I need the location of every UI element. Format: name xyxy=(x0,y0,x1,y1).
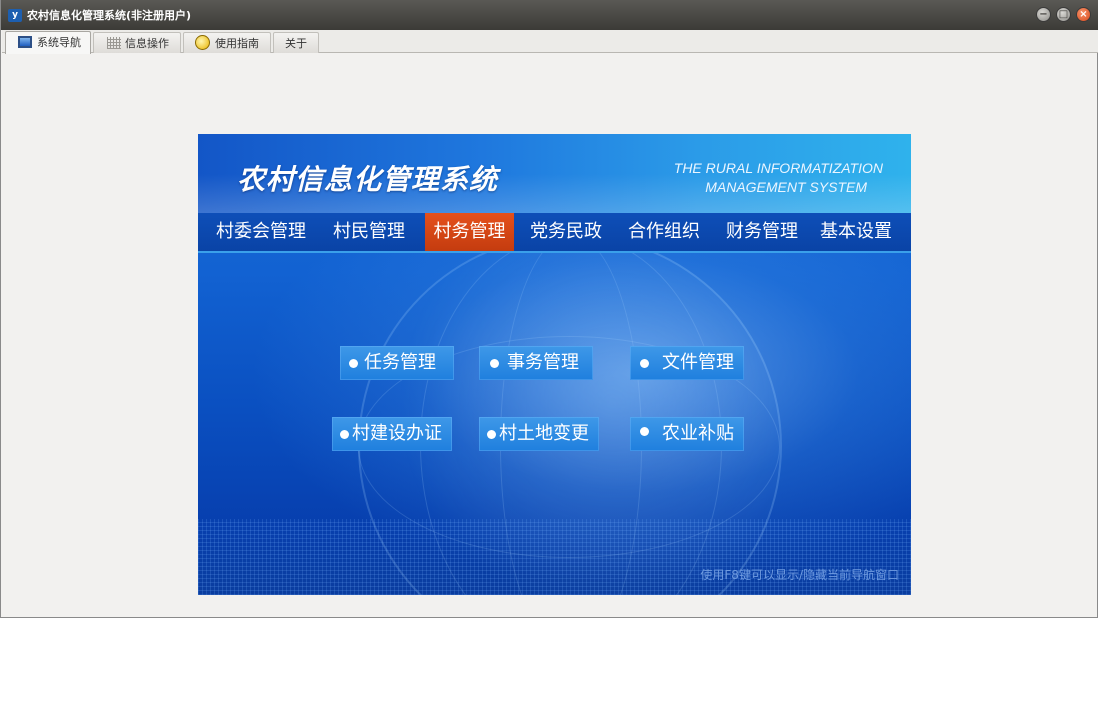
tab-info-operations[interactable]: 信息操作 xyxy=(93,32,181,53)
file-management-button[interactable]: 文件管理 xyxy=(630,346,744,380)
help-icon xyxy=(195,35,210,50)
minimize-icon[interactable]: − xyxy=(1036,7,1051,22)
banner-title: 农村信息化管理系统 xyxy=(237,163,499,196)
nav-village-committee[interactable]: 村委会管理 xyxy=(204,213,318,251)
tab-label: 系统导航 xyxy=(37,36,81,49)
app-logo-icon: y xyxy=(8,9,22,22)
nav-villagers[interactable]: 村民管理 xyxy=(322,213,416,251)
nav-basic-settings[interactable]: 基本设置 xyxy=(811,213,901,251)
banner-header: 农村信息化管理系统 THE RURAL INFORMATIZATION MANA… xyxy=(198,134,911,213)
f8-hint: 使用F8键可以显示/隐藏当前导航窗口 xyxy=(700,568,899,582)
tab-label: 关于 xyxy=(285,37,307,50)
task-management-button[interactable]: 任务管理 xyxy=(340,346,454,380)
monitor-icon xyxy=(18,36,32,48)
tab-user-guide[interactable]: 使用指南 xyxy=(183,32,271,53)
window-title: 农村信息化管理系统(非注册用户) xyxy=(27,9,192,22)
nav-finance[interactable]: 财务管理 xyxy=(715,213,809,251)
affairs-management-button[interactable]: 事务管理 xyxy=(479,346,593,380)
close-icon[interactable]: × xyxy=(1076,7,1091,22)
bullet-icon xyxy=(340,430,349,439)
tab-bar: 系统导航 信息操作 使用指南 关于 xyxy=(2,30,1098,54)
nav-cooperatives[interactable]: 合作组织 xyxy=(617,213,711,251)
maximize-icon[interactable]: □ xyxy=(1056,7,1071,22)
nav-party-civil[interactable]: 党务民政 xyxy=(519,213,613,251)
tab-label: 使用指南 xyxy=(215,37,259,50)
land-change-button[interactable]: 村土地变更 xyxy=(479,417,599,451)
tab-system-navigation[interactable]: 系统导航 xyxy=(5,31,91,54)
title-bar[interactable]: y 农村信息化管理系统(非注册用户) − □ × xyxy=(1,0,1098,30)
bullet-icon xyxy=(487,430,496,439)
main-window: y 农村信息化管理系统(非注册用户) − □ × 系统导航 信息操作 使用指南 … xyxy=(0,0,1098,618)
nav-village-affairs[interactable]: 村务管理 xyxy=(425,213,514,251)
tab-about[interactable]: 关于 xyxy=(273,32,319,53)
tab-label: 信息操作 xyxy=(125,37,169,50)
bullet-icon xyxy=(349,359,358,368)
grid-icon xyxy=(107,37,121,49)
village-construction-permit-button[interactable]: 村建设办证 xyxy=(332,417,452,451)
agricultural-subsidy-button[interactable]: 农业补贴 xyxy=(630,417,744,451)
bullet-icon xyxy=(640,359,649,368)
grid-pattern xyxy=(198,519,911,595)
module-nav-bar: 村委会管理 村民管理 村务管理 党务民政 合作组织 财务管理 基本设置 xyxy=(198,213,911,253)
bullet-icon xyxy=(640,427,649,436)
navigation-panel: 农村信息化管理系统 THE RURAL INFORMATIZATION MANA… xyxy=(198,134,911,595)
bullet-icon xyxy=(490,359,499,368)
banner-english-title: THE RURAL INFORMATIZATION MANAGEMENT SYS… xyxy=(673,160,883,195)
